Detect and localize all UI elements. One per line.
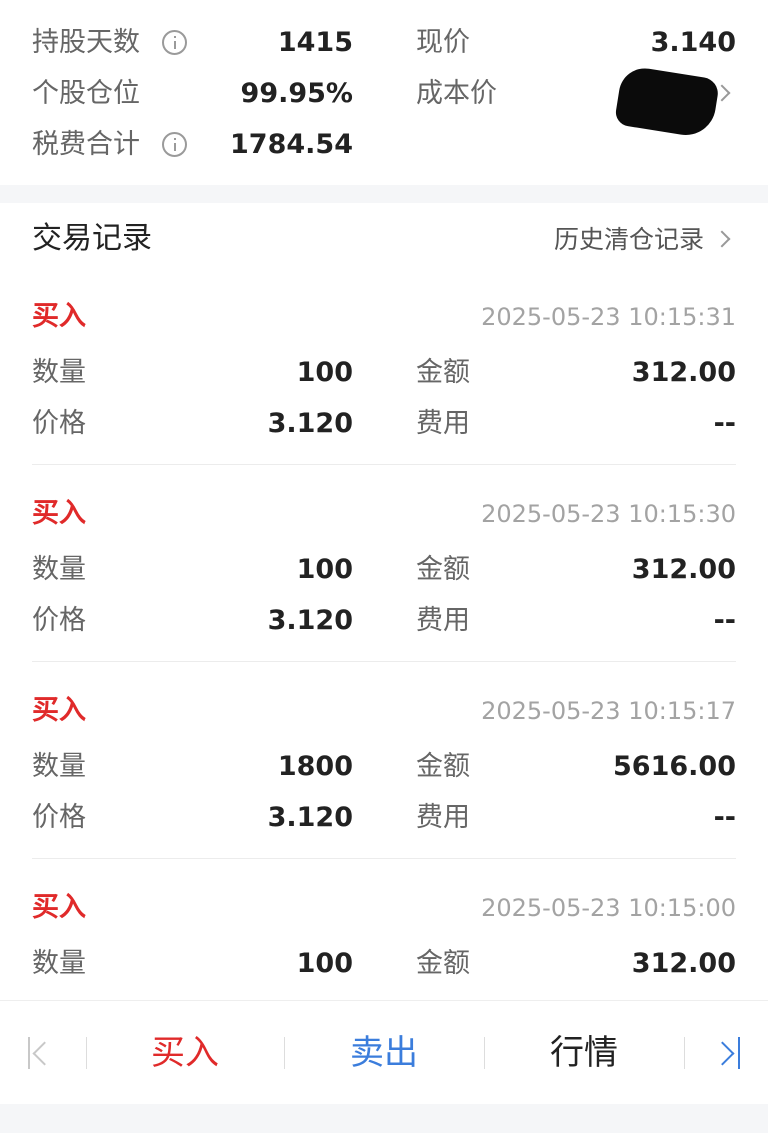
hold-days-value: 1415 xyxy=(277,27,353,58)
trade-record[interactable]: 买入 2025-05-23 10:15:00 数量 100 金额 312.00 xyxy=(0,878,768,1000)
last-page-icon[interactable] xyxy=(710,1037,740,1069)
trade-time: 2025-05-23 10:15:30 xyxy=(481,500,736,528)
current-price-value: 3.140 xyxy=(650,27,736,58)
position-summary: 持股天数 1415 现价 3.140 个股仓位 99.95% 成本价 1 税费合… xyxy=(0,0,768,185)
quantity-label: 数量 xyxy=(32,751,86,782)
amount-label: 金额 xyxy=(416,554,470,585)
record-row: 价格 3.120 费用 -- xyxy=(0,595,768,646)
bottom-spacer xyxy=(0,1104,768,1133)
price-value: 3.120 xyxy=(267,408,353,439)
tax-fee-value: 1784.54 xyxy=(230,129,353,160)
amount-value: 5616.00 xyxy=(613,751,736,782)
price-value: 3.120 xyxy=(267,605,353,636)
fee-value: -- xyxy=(713,605,736,636)
trade-time: 2025-05-23 10:15:00 xyxy=(481,894,736,922)
fee-value: -- xyxy=(713,408,736,439)
tax-fee-label: 税费合计 xyxy=(32,129,140,160)
info-icon[interactable] xyxy=(162,132,187,157)
price-value: 3.120 xyxy=(267,802,353,833)
quantity-label: 数量 xyxy=(32,357,86,388)
amount-value: 312.00 xyxy=(631,357,736,388)
amount-label: 金额 xyxy=(416,357,470,388)
current-price-label: 现价 xyxy=(416,27,470,58)
price-label: 价格 xyxy=(32,408,86,439)
record-row: 数量 100 金额 312.00 xyxy=(0,544,768,595)
trade-record[interactable]: 买入 2025-05-23 10:15:31 数量 100 金额 312.00 … xyxy=(0,287,768,484)
row-separator xyxy=(32,464,736,465)
trade-type: 买入 xyxy=(32,695,86,726)
first-page-icon[interactable] xyxy=(28,1037,57,1069)
trade-records-title: 交易记录 xyxy=(32,221,152,256)
fee-label: 费用 xyxy=(416,802,470,833)
trade-time: 2025-05-23 10:15:17 xyxy=(481,697,736,725)
trade-type: 买入 xyxy=(32,301,86,332)
amount-value: 312.00 xyxy=(631,948,736,979)
hold-days-label: 持股天数 xyxy=(32,27,140,58)
quantity-value: 100 xyxy=(296,357,353,388)
fee-label: 费用 xyxy=(416,408,470,439)
trade-time: 2025-05-23 10:15:31 xyxy=(481,303,736,331)
position-ratio-label: 个股仓位 xyxy=(32,78,140,109)
chevron-right-icon[interactable] xyxy=(713,230,731,248)
trade-type: 买入 xyxy=(32,498,86,529)
record-row: 价格 3.120 费用 -- xyxy=(0,792,768,843)
row-separator xyxy=(32,858,736,859)
record-row: 价格 3.120 费用 -- xyxy=(0,398,768,449)
price-label: 价格 xyxy=(32,605,86,636)
sell-button[interactable]: 卖出 xyxy=(284,1001,484,1105)
price-label: 价格 xyxy=(32,802,86,833)
quantity-label: 数量 xyxy=(32,948,86,979)
amount-value: 312.00 xyxy=(631,554,736,585)
trade-records-header: 交易记录 历史清仓记录 xyxy=(0,203,768,275)
summary-row-1: 持股天数 1415 现价 3.140 xyxy=(0,17,768,68)
trade-type: 买入 xyxy=(32,892,86,923)
info-icon[interactable] xyxy=(162,30,187,55)
quantity-value: 100 xyxy=(296,554,353,585)
bottom-action-bar: 买入 卖出 行情 xyxy=(0,1000,768,1104)
fee-value: -- xyxy=(713,802,736,833)
row-separator xyxy=(32,661,736,662)
history-clearance-link[interactable]: 历史清仓记录 xyxy=(554,223,704,257)
quantity-value: 100 xyxy=(296,948,353,979)
bar-divider xyxy=(684,1037,685,1069)
cost-price-label: 成本价 xyxy=(416,78,497,109)
quote-button[interactable]: 行情 xyxy=(484,1001,684,1105)
section-divider xyxy=(0,185,768,203)
record-row: 数量 100 金额 312.00 xyxy=(0,347,768,398)
trade-record[interactable]: 买入 2025-05-23 10:15:17 数量 1800 金额 5616.0… xyxy=(0,681,768,878)
quantity-value: 1800 xyxy=(277,751,353,782)
position-ratio-value: 99.95% xyxy=(240,78,353,109)
trade-record[interactable]: 买入 2025-05-23 10:15:30 数量 100 金额 312.00 … xyxy=(0,484,768,681)
record-row: 数量 100 金额 312.00 xyxy=(0,938,768,989)
record-row: 数量 1800 金额 5616.00 xyxy=(0,741,768,792)
amount-label: 金额 xyxy=(416,948,470,979)
amount-label: 金额 xyxy=(416,751,470,782)
fee-label: 费用 xyxy=(416,605,470,636)
buy-button[interactable]: 买入 xyxy=(86,1001,284,1105)
quantity-label: 数量 xyxy=(32,554,86,585)
